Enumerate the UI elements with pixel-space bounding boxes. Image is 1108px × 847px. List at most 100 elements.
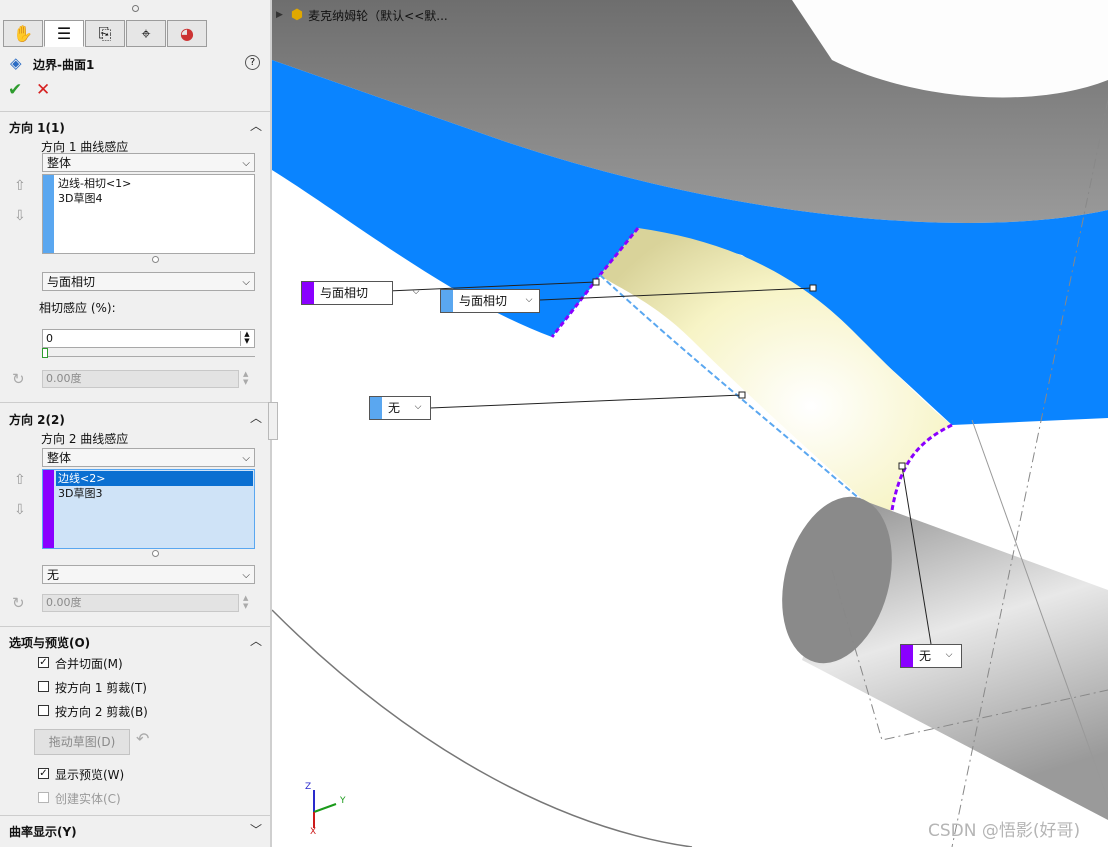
dir1-angle-input: 0.00度 <box>42 370 239 388</box>
trim-dir1-checkbox[interactable] <box>38 681 49 692</box>
dir2-tangency-select[interactable]: 无 ⌵ <box>42 565 255 584</box>
angle-rotate-icon: ↻ <box>12 370 25 388</box>
panel-grip-icon[interactable] <box>132 5 139 12</box>
chevron-up-icon[interactable]: ︿ <box>250 117 262 134</box>
chevron-down-icon[interactable]: ⌵ <box>521 293 537 309</box>
list-item[interactable]: 3D草图3 <box>56 486 253 501</box>
tab-configuration-manager[interactable]: ⎘ <box>85 20 125 47</box>
dir2-section-title[interactable]: 方向 2(2) <box>9 411 65 428</box>
dir1-influence-label: 相切感应 (%): <box>39 301 116 315</box>
connector-callout-2[interactable]: 与面相切 ⌵ <box>440 289 540 313</box>
list-item[interactable]: 边线<2> <box>56 471 253 486</box>
dir2-angle-value: 0.00度 <box>46 596 82 609</box>
chevron-down-icon: ⌵ <box>242 570 250 581</box>
dir2-curve-list[interactable]: 边线<2> 3D草图3 <box>42 469 255 549</box>
list-resize-grip[interactable] <box>152 550 159 557</box>
panel-splitter[interactable] <box>268 0 278 847</box>
feature-title: 边界-曲面1 <box>33 58 95 72</box>
connector-callout-4[interactable]: 无 ⌵ <box>900 644 962 668</box>
part-icon: ⬢ <box>290 7 304 23</box>
options-section-title[interactable]: 选项与预览(O) <box>9 634 90 651</box>
color-swatch <box>43 175 54 253</box>
chevron-down-icon: ⌵ <box>242 277 250 288</box>
dir2-curve-value: 整体 <box>47 451 72 465</box>
move-up-icon[interactable]: ⇧ <box>14 472 26 488</box>
callout-label: 与面相切 <box>320 286 369 300</box>
manager-tabs: ✋ ☰ ⎘ ⌖ ◕ <box>3 20 208 47</box>
merge-faces-checkbox[interactable]: ✓ <box>38 657 49 668</box>
feature-manager-icon: ✋ <box>13 24 33 43</box>
callout-label: 无 <box>388 401 401 415</box>
create-solid-label: 创建实体(C) <box>55 792 121 806</box>
triad-x-label: X <box>310 827 317 837</box>
color-swatch <box>302 282 314 304</box>
connector-callout-1[interactable]: 与面相切 ⌵ <box>301 281 419 305</box>
dir1-curve-list[interactable]: 边线-相切<1> 3D草图4 <box>42 174 255 254</box>
color-swatch <box>901 645 913 667</box>
dir1-section-title[interactable]: 方向 1(1) <box>9 119 65 136</box>
boundary-surface-icon: ◈ <box>10 54 22 72</box>
chevron-down-icon[interactable]: ⌵ <box>941 648 957 664</box>
list-item[interactable]: 边线-相切<1> <box>56 176 253 191</box>
watermark: CSDN @悟影(好哥) <box>928 821 1081 841</box>
spinner-icon: ▲ ▼ <box>243 370 249 386</box>
color-swatch <box>370 397 382 419</box>
chevron-down-icon[interactable]: ⌵ <box>408 285 424 301</box>
trim-dir2-label: 按方向 2 剪裁(B) <box>55 705 148 719</box>
list-resize-grip[interactable] <box>152 256 159 263</box>
drag-sketch-button[interactable]: 拖动草图(D) <box>34 729 130 755</box>
spinner-icon[interactable]: ▲ ▼ <box>240 331 253 346</box>
tab-display-manager[interactable]: ◕ <box>167 20 207 47</box>
dir1-curve-value: 整体 <box>47 156 72 170</box>
question-mark-icon[interactable]: ? <box>245 55 260 70</box>
dir1-angle-value: 0.00度 <box>46 372 82 385</box>
curvature-section-title[interactable]: 曲率显示(Y) <box>9 823 77 840</box>
reference-triad: Z Y X <box>300 782 350 837</box>
chevron-down-icon[interactable]: ⌵ <box>410 400 426 416</box>
dir2-tangency-value: 无 <box>47 568 60 582</box>
feature-tree-flyout[interactable]: ▶ ⬢ 麦克纳姆轮（默认<<默... <box>276 6 448 24</box>
dir1-tangency-value: 与面相切 <box>47 275 96 289</box>
list-item[interactable]: 3D草图4 <box>56 191 253 206</box>
chevron-down-icon[interactable]: ﹀ <box>250 821 262 838</box>
tab-feature-manager[interactable]: ✋ <box>3 20 43 47</box>
x-icon[interactable]: ✕ <box>36 80 50 100</box>
color-swatch <box>441 290 453 312</box>
chevron-up-icon[interactable]: ︿ <box>250 632 262 649</box>
model-geometry <box>272 0 1108 847</box>
color-swatch <box>43 470 54 548</box>
move-up-icon[interactable]: ⇧ <box>14 178 26 194</box>
tab-property-manager[interactable]: ☰ <box>44 20 84 47</box>
check-icon[interactable]: ✔ <box>8 80 22 100</box>
show-preview-label: 显示预览(W) <box>55 768 125 782</box>
splitter-handle[interactable] <box>268 402 278 440</box>
chevron-down-icon: ⌵ <box>242 453 250 464</box>
property-manager-panel: ✋ ☰ ⎘ ⌖ ◕ ◈ 边界-曲面1 ? ✔ ✕ 方向 1(1) ︿ 方向 1 … <box>0 0 271 847</box>
chevron-up-icon[interactable]: ︿ <box>250 409 262 426</box>
dir2-curve-label: 方向 2 曲线感应 <box>41 432 129 446</box>
connector-callout-3[interactable]: 无 ⌵ <box>369 396 431 420</box>
trim-dir1-label: 按方向 1 剪裁(T) <box>55 681 147 695</box>
slider-handle[interactable] <box>42 348 48 358</box>
triad-z-label: Z <box>305 782 312 792</box>
dir1-tangency-select[interactable]: 与面相切 ⌵ <box>42 272 255 291</box>
triad-y-label: Y <box>340 796 346 806</box>
dir1-curve-select[interactable]: 整体 ⌵ <box>42 153 255 172</box>
move-down-icon[interactable]: ⇩ <box>14 502 26 518</box>
undo-icon[interactable]: ↶ <box>136 729 149 748</box>
expand-arrow-icon[interactable]: ▶ <box>276 10 283 20</box>
dir1-influence-input[interactable]: 0 ▲ ▼ <box>42 329 255 348</box>
show-preview-checkbox[interactable]: ✓ <box>38 768 49 779</box>
configuration-manager-icon: ⎘ <box>98 23 112 43</box>
graphics-viewport[interactable]: ▶ ⬢ 麦克纳姆轮（默认<<默... 与面相切 ⌵ 与面相切 ⌵ 无 ⌵ 无 ⌵… <box>272 0 1108 847</box>
dir1-influence-slider[interactable] <box>42 348 255 358</box>
angle-rotate-icon: ↻ <box>12 594 25 612</box>
create-solid-checkbox <box>38 792 49 803</box>
move-down-icon[interactable]: ⇩ <box>14 208 26 224</box>
trim-dir2-checkbox[interactable] <box>38 705 49 716</box>
dir2-curve-select[interactable]: 整体 ⌵ <box>42 448 255 467</box>
tab-dimxpert[interactable]: ⌖ <box>126 20 166 47</box>
display-manager-icon: ◕ <box>180 24 194 43</box>
chevron-down-icon: ⌵ <box>242 158 250 169</box>
dir1-influence-value: 0 <box>46 332 53 345</box>
